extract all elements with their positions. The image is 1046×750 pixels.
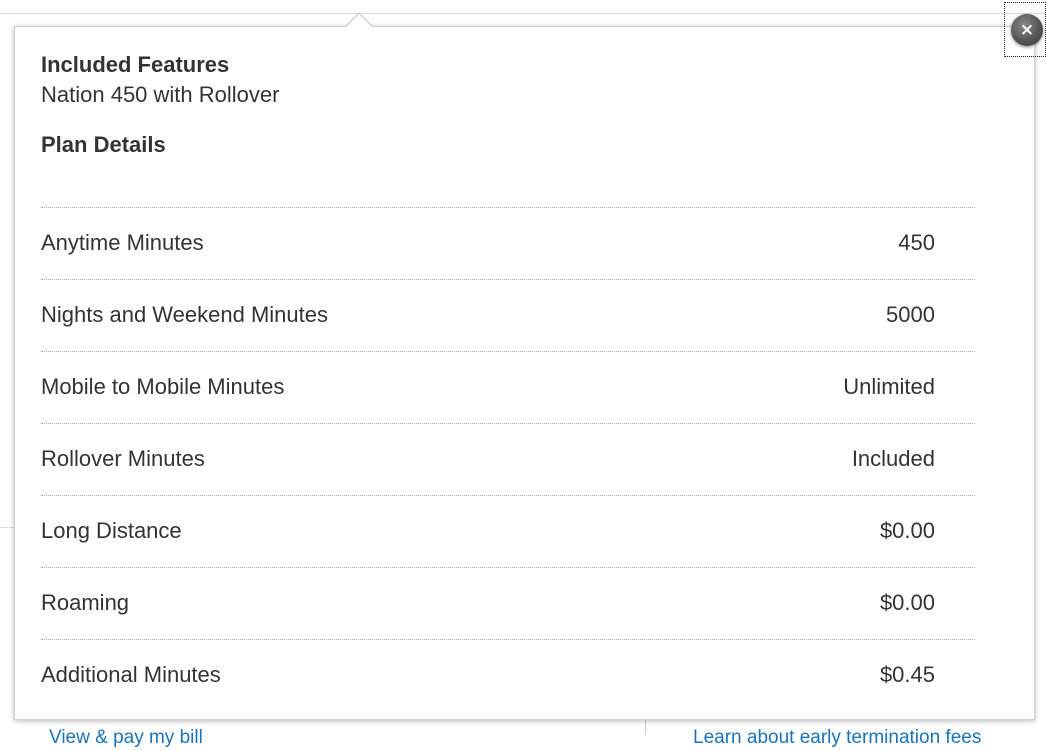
detail-row-nights-weekend-minutes: Nights and Weekend Minutes 5000 <box>41 280 975 352</box>
view-pay-bill-link[interactable]: View & pay my bill <box>49 726 309 750</box>
detail-value: $0.00 <box>879 590 935 615</box>
background-column-divider <box>645 720 646 735</box>
plan-name: Nation 450 with Rollover <box>41 82 280 107</box>
detail-row-mobile-to-mobile: Mobile to Mobile Minutes Unlimited <box>41 352 975 424</box>
detail-row-anytime-minutes: Anytime Minutes 450 <box>41 208 975 280</box>
background-divider-top <box>0 13 1046 14</box>
detail-label: Additional Minutes <box>41 662 221 687</box>
detail-value: Unlimited <box>843 374 935 399</box>
plan-details-list: Anytime Minutes 450 Nights and Weekend M… <box>41 207 975 711</box>
detail-value: $0.45 <box>879 662 935 687</box>
detail-label: Rollover Minutes <box>41 446 205 471</box>
plan-details-heading: Plan Details <box>41 132 166 157</box>
popup-pointer-arrow-fill <box>345 14 373 28</box>
detail-value: $0.00 <box>879 518 935 543</box>
detail-row-rollover-minutes: Rollover Minutes Included <box>41 424 975 496</box>
background-divider-left <box>0 527 14 528</box>
detail-label: Nights and Weekend Minutes <box>41 302 328 327</box>
detail-row-long-distance: Long Distance $0.00 <box>41 496 975 568</box>
detail-label: Roaming <box>41 590 130 615</box>
detail-value: 5000 <box>886 302 935 327</box>
detail-row-additional-minutes: Additional Minutes $0.45 <box>41 640 975 711</box>
detail-label: Anytime Minutes <box>41 230 204 255</box>
close-button[interactable]: × <box>1004 2 1046 57</box>
detail-value: 450 <box>898 230 935 255</box>
detail-value: Included <box>851 446 935 471</box>
close-icon[interactable]: × <box>1011 14 1043 46</box>
early-termination-link[interactable]: Learn about early termination fees <box>693 726 1046 750</box>
detail-label: Long Distance <box>41 518 182 543</box>
included-features-heading: Included Features <box>41 52 230 77</box>
detail-label: Mobile to Mobile Minutes <box>41 374 285 399</box>
detail-row-roaming: Roaming $0.00 <box>41 568 975 640</box>
